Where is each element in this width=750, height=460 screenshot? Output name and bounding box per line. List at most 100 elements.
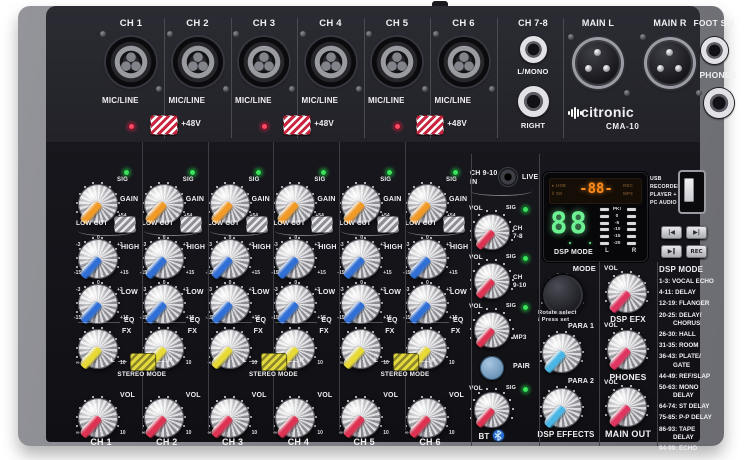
mic-line-label: MIC/LINE <box>102 96 139 106</box>
low-label: LOW <box>450 289 467 298</box>
combo-jack-input <box>306 37 356 87</box>
foot-sw-jack <box>701 37 728 64</box>
combo-jack-input <box>239 37 289 87</box>
knob-pointer-cap <box>144 414 169 440</box>
channel-jack-title: CH 4 <box>306 18 356 30</box>
channel-strip: SIGGAIN0+54LOW CUTHIGH-30+3-15+15LOW-30+… <box>142 156 208 448</box>
stereo-mode-button[interactable] <box>130 353 156 371</box>
eq-high-knob[interactable] <box>78 239 118 279</box>
eq-high-knob[interactable] <box>341 239 381 279</box>
divider <box>339 142 340 430</box>
divider <box>273 142 274 430</box>
record-button[interactable]: REC <box>686 245 707 258</box>
gain-scale-min: 0 <box>439 213 442 219</box>
pair-button[interactable] <box>480 356 504 380</box>
mode-label: MODE <box>554 264 596 273</box>
aux-vol-knob[interactable] <box>474 263 510 299</box>
meter-bar-left <box>600 228 609 231</box>
lmono-label: L/MONO <box>506 67 560 76</box>
track-number-display: -88- <box>563 181 629 197</box>
eq-high-knob[interactable] <box>210 239 250 279</box>
aux-sig-led <box>522 304 529 311</box>
fx-label: FX <box>451 328 460 337</box>
channel-vol-knob[interactable] <box>144 398 184 438</box>
eq-high-knob[interactable] <box>407 239 447 279</box>
channel-strip: SIGGAIN0+54LOW CUTHIGH-30+3-15+15LOW-30+… <box>273 156 339 448</box>
dsp-mode-list-item: 50-63: MONO DELAY <box>659 384 719 400</box>
aux-sig-label: SIG <box>506 254 516 261</box>
eq-low-knob[interactable] <box>210 284 250 324</box>
knob-pointer-cap <box>607 289 632 315</box>
stereo-right-label: R <box>168 357 173 365</box>
channel-vol-knob[interactable] <box>210 398 250 438</box>
eq-label: EQ <box>190 317 201 326</box>
knob-pointer-cap <box>342 414 367 440</box>
dsp-mode-list: 1-3: VOCAL ECHO4-11: DELAY12-19: FLANGER… <box>659 278 719 456</box>
eq-low-knob[interactable] <box>341 284 381 324</box>
stereo-left-label: L <box>242 357 246 365</box>
knob-pointer-cap <box>474 406 496 429</box>
out-vol-label: VOL <box>604 265 618 273</box>
eq-high-knob[interactable] <box>144 239 184 279</box>
aux-vol-knob[interactable] <box>474 214 510 250</box>
eq-low-knob[interactable] <box>275 284 315 324</box>
aux-source-label: CH 7-8 <box>513 225 523 241</box>
eq-low-knob[interactable] <box>78 284 118 324</box>
channel-vol-knob[interactable] <box>78 398 118 438</box>
main-out-knob[interactable] <box>607 387 647 427</box>
fx-label: FX <box>385 328 394 337</box>
gain-scale-min: 0 <box>176 213 179 219</box>
screw <box>233 31 239 37</box>
para1-knob[interactable] <box>542 333 582 373</box>
knob-pointer-cap <box>78 345 103 371</box>
combo-jack-input <box>372 37 422 87</box>
gain-label: GAIN <box>449 196 467 205</box>
eq-low-knob[interactable] <box>144 284 184 324</box>
section-separator <box>210 226 266 236</box>
channel-vol-knob[interactable] <box>407 398 447 438</box>
low-label: LOW <box>384 289 401 298</box>
out-vol-label: VOL <box>604 322 618 330</box>
phones-knob[interactable] <box>607 330 647 370</box>
phantom-label: +48V <box>314 119 334 129</box>
knob-pointer-cap <box>210 414 235 440</box>
para2-knob[interactable] <box>542 388 582 428</box>
play-pause-button[interactable]: ▶‖ <box>661 245 682 258</box>
next-button[interactable]: ▶| <box>686 226 707 239</box>
sig-led <box>255 169 262 176</box>
sig-led <box>320 169 327 176</box>
stereo-mode-button[interactable] <box>261 353 287 371</box>
ch78-right-jack <box>518 86 549 117</box>
dsp-efx-knob[interactable] <box>607 273 647 313</box>
bt-label: BT <box>466 430 516 442</box>
eq-label: EQ <box>124 317 135 326</box>
meter-tick-label: -20 <box>609 241 625 246</box>
meter-tick-label: -10 <box>609 227 625 232</box>
main-out-label: MAIN OUT <box>597 429 659 440</box>
ch78-title: CH 7-8 <box>508 18 558 29</box>
channel-label: CH 3 <box>205 437 261 448</box>
knob-pointer-cap <box>210 255 235 281</box>
brand-logo: citronic <box>568 104 658 122</box>
main-l-label: MAIN L <box>568 18 628 29</box>
section-separator <box>144 226 200 236</box>
meter-bar-left <box>600 215 609 218</box>
bt-vol-knob[interactable] <box>474 392 510 428</box>
channel-vol-knob[interactable] <box>275 398 315 438</box>
knob-pointer-cap <box>607 403 632 429</box>
channel-vol-knob[interactable] <box>341 398 381 438</box>
gain-scale-min: 0 <box>110 213 113 219</box>
aux-vol-knob[interactable] <box>474 312 510 348</box>
gain-label: GAIN <box>186 196 204 205</box>
eq-high-knob[interactable] <box>275 239 315 279</box>
gain-label: GAIN <box>383 196 401 205</box>
stereo-mode-button[interactable] <box>393 353 419 371</box>
phones-jack-label: PHONES <box>688 70 748 81</box>
para1-label: PARA 1 <box>568 323 594 332</box>
previous-button[interactable]: |◀ <box>661 226 682 239</box>
eq-low-knob[interactable] <box>407 284 447 324</box>
screw <box>289 86 295 92</box>
dsp-mode-list-item: 4-11: DELAY <box>659 289 719 297</box>
phantom-led <box>128 123 135 130</box>
phantom-48v-badge <box>416 115 444 135</box>
